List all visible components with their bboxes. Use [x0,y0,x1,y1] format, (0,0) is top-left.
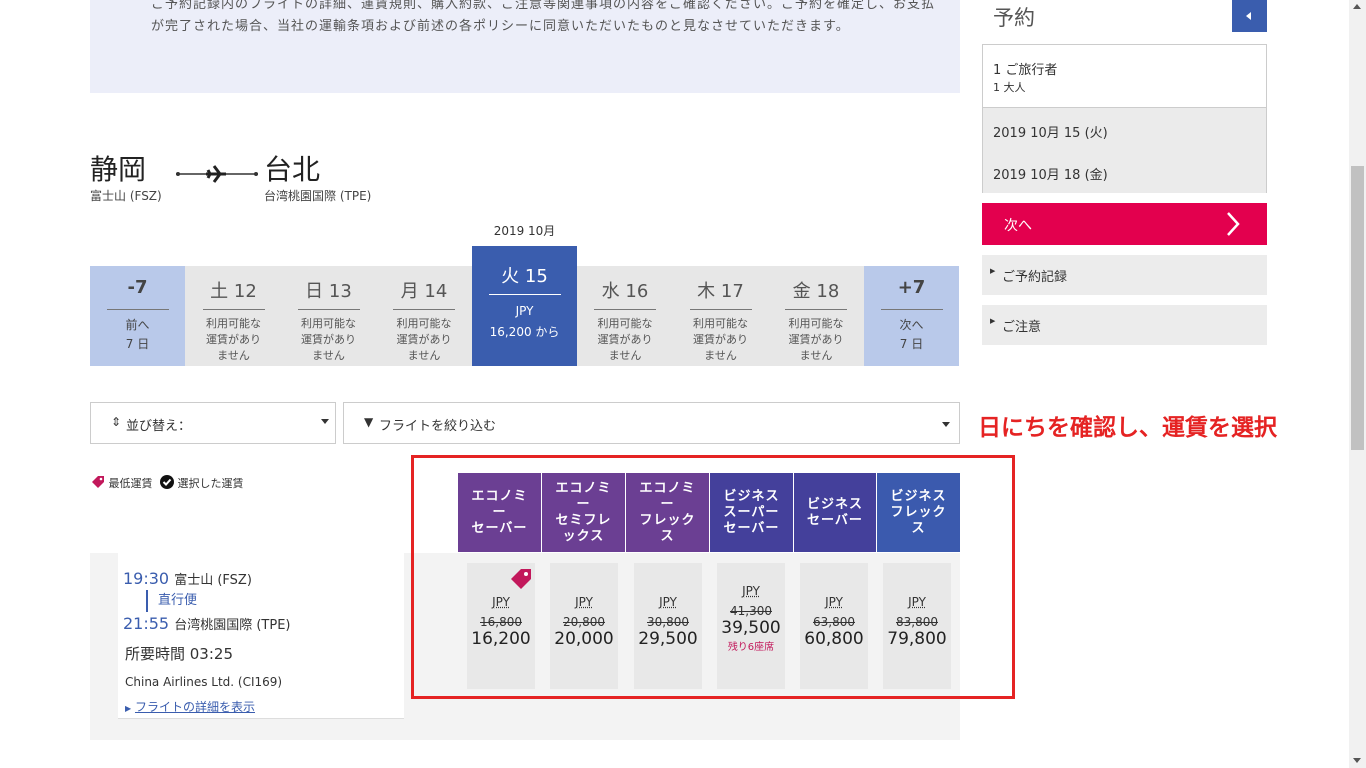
notes-label: ご注意 [1002,320,1042,335]
tag-icon [92,476,104,488]
origin-city: 静岡 [90,153,147,186]
check-circle-icon [160,475,174,489]
date-status: 運賃があり [597,333,653,346]
date-cell[interactable]: 日 13 利用可能な 運賃があり ません [281,266,376,366]
plane-arrow-icon [176,165,258,183]
date-status: ません [608,349,642,362]
chevron-left-icon [1246,12,1251,20]
instruction-annotation: 日にちを確認し、運賃を選択 [978,415,1277,441]
prev-label: 前へ [125,318,150,332]
departure-airport: 富士山 (FSZ) [174,573,252,588]
next-label: 次へ [899,318,924,332]
filter-label: フライトを絞り込む [379,419,497,434]
prev-days: 7 日 [125,337,150,351]
date-day: 水 16 [601,281,649,302]
chevron-down-icon [942,422,950,427]
booking-title: 予約 [993,6,1035,30]
date-cell[interactable]: 月 14 利用可能な 運賃があり ません [376,266,472,366]
sort-label: 並び替え： [126,419,192,434]
traveler-count: 1 ご旅行者 [993,63,1058,78]
caret-right-icon: ▶ [125,704,132,713]
booking-record-label: ご予約記録 [1002,270,1068,285]
date-status: 利用可能な [597,317,653,330]
date-day: 火 15 [501,266,548,287]
return-date: 2019 10月 18 (金) [993,168,1108,183]
destination-city: 台北 [264,153,321,186]
date-status: ません [217,349,250,362]
date-status: 利用可能な [693,317,748,330]
arrival: 21:55 台湾桃園国際 (TPE) [123,614,290,633]
date-status: 利用可能な [301,317,356,330]
notes-accordion[interactable]: ▶ ご注意 [982,305,1267,345]
date-status: 利用可能な [206,317,261,330]
date-day: 土 12 [210,281,257,302]
flight-details-text: フライトの詳細を表示 [134,700,255,714]
month-label: 2019 10月 [493,224,556,238]
date-day: 金 18 [792,281,840,302]
flight-details-link[interactable]: ▶ フライトの詳細を表示 [125,698,255,715]
booking-record-accordion[interactable]: ▶ ご予約記録 [982,255,1267,295]
caret-right-icon: ▶ [990,317,996,325]
chevron-right-icon [1227,212,1240,236]
date-day: 月 14 [400,281,448,302]
carrier: China Airlines Ltd. (CI169) [125,675,283,689]
date-status: ません [407,349,441,362]
date-status: 運賃があり [301,333,356,346]
caret-right-icon: ▶ [990,267,996,275]
collapse-panel-button[interactable] [1232,0,1267,32]
notice-text: ご予約記録内のフライトの詳細、運賃規則、購入約款、ご注意等関連事項の内容をご確認… [151,0,936,34]
flight-info: 19:30 富士山 (FSZ) 直行便 21:55 台湾桃園国際 (TPE) 所… [118,553,404,719]
date-status: ません [704,349,737,362]
prev-offset: -7 [127,277,148,298]
origin-airport: 富士山 (FSZ) [90,189,162,203]
trip-dates: 2019 10月 15 (火) 2019 10月 18 (金) [983,107,1266,193]
date-lowest-fare: 16,200 から [489,325,560,339]
date-status: 運賃があり [788,333,844,346]
legend-lowest: 最低運賃 [108,477,153,490]
departure: 19:30 富士山 (FSZ) [123,569,252,588]
next-days: 7 日 [899,337,924,351]
filter-dropdown[interactable]: ▼ フライトを絞り込む [343,402,960,444]
next-week-button[interactable]: +7 次へ 7 日 [864,266,959,366]
scroll-up-icon[interactable] [1353,4,1361,9]
date-cell[interactable]: 金 18 利用可能な 運賃があり ません [768,266,864,366]
date-status: 利用可能な [788,317,844,330]
chevron-down-icon [321,419,329,424]
destination-airport: 台湾桃園国際 (TPE) [264,189,372,203]
sort-icon: ⇕ [111,415,122,429]
date-cell[interactable]: 土 12 利用可能な 運賃があり ません [186,266,281,366]
fare-legend: 最低運賃 選択した運賃 [91,475,244,491]
next-offset: +7 [897,277,926,298]
date-status: 運賃があり [693,333,748,346]
flight-duration: 所要時間 03:25 [125,645,233,663]
next-button[interactable]: 次へ [982,203,1267,245]
next-button-label: 次へ [1004,218,1032,234]
date-status: ません [799,349,833,362]
legend-selected: 選択した運賃 [177,477,244,490]
date-cell[interactable]: 木 17 利用可能な 運賃があり ません [673,266,768,366]
depart-date: 2019 10月 15 (火) [993,126,1108,141]
prev-week-button[interactable]: -7 前へ 7 日 [90,266,185,366]
date-status: 運賃があり [206,333,261,346]
sort-dropdown[interactable]: ⇕ 並び替え： [90,402,336,444]
flight-type: 直行便 [146,590,197,612]
adult-count: 1 大人 [993,81,1026,94]
date-cell-selected[interactable]: 火 15 JPY 16,200 から [472,246,577,366]
traveler-summary: 1 ご旅行者 1 大人 [983,45,1266,107]
date-status: 利用可能な [396,317,452,330]
scroll-down-icon[interactable] [1353,758,1361,763]
date-cell[interactable]: 水 16 利用可能な 運賃があり ません [577,266,673,366]
date-status: 運賃があり [396,333,452,346]
departure-time: 19:30 [123,569,170,588]
scrollbar-thumb[interactable] [1351,166,1364,450]
date-day: 日 13 [305,281,352,302]
highlight-box [411,455,1015,699]
arrival-time: 21:55 [123,614,170,633]
date-day: 木 17 [697,281,744,302]
filter-icon: ▼ [364,415,374,429]
date-currency: JPY [515,304,534,318]
arrival-airport: 台湾桃園国際 (TPE) [174,618,291,633]
date-status: ません [312,349,345,362]
